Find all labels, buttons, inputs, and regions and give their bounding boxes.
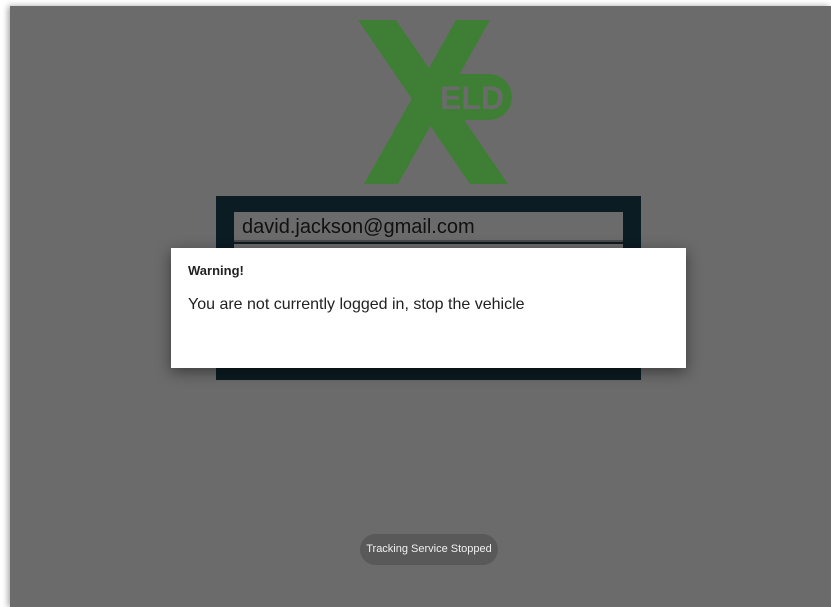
app-screen: ELD david.jackson@gmail.com Warning! You… [10,6,831,607]
dialog-message: You are not currently logged in, stop th… [188,296,525,313]
email-field[interactable]: david.jackson@gmail.com [234,212,623,242]
dialog-title: Warning! [188,263,244,278]
logo-eld-text: ELD [440,80,504,116]
status-toast: Tracking Service Stopped [360,534,498,565]
xeld-logo: ELD [358,20,512,184]
warning-dialog: Warning! You are not currently logged in… [171,248,686,368]
